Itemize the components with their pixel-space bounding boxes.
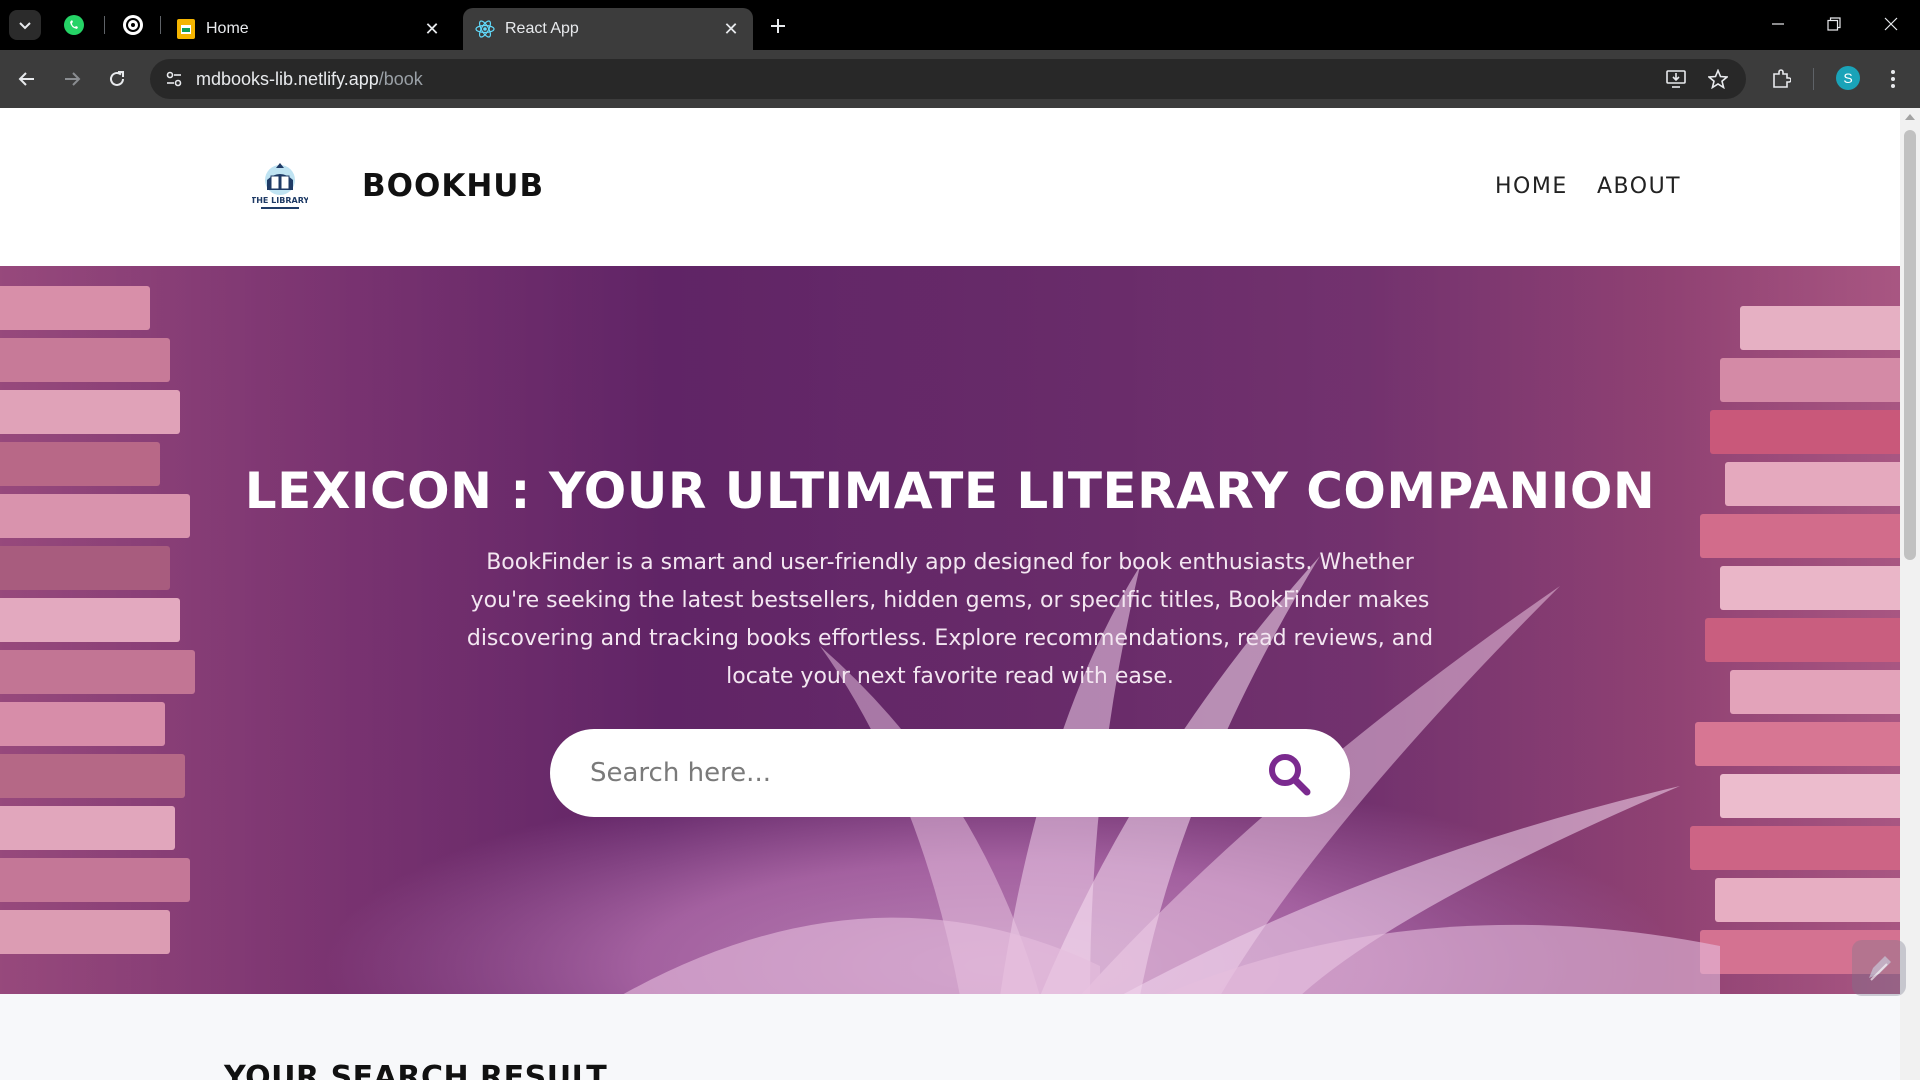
logo-text: THE LIBRARY [252,196,308,205]
site-info-icon[interactable] [160,65,188,93]
arrow-left-icon [18,72,34,86]
search-result-heading: YOUR SEARCH RESULT [224,1060,608,1080]
close-icon [1884,17,1898,31]
sheets-favicon-icon [176,19,196,39]
bookmark-star-icon[interactable] [1704,65,1732,93]
chatgpt-icon [123,15,143,35]
restore-button[interactable] [1814,8,1854,40]
nav-home-link[interactable]: HOME [1495,174,1568,199]
url-path: /book [378,69,423,89]
tab-separator [160,16,161,34]
puzzle-icon [1773,69,1791,88]
page-scrollbar[interactable] [1900,108,1920,1080]
pinned-tab-whatsapp[interactable] [60,11,88,39]
pinned-tab-chatgpt[interactable] [119,11,147,39]
minimize-button[interactable] [1758,8,1798,40]
search-icon [1269,754,1311,796]
extensions-button[interactable] [1764,62,1798,96]
hero-description: BookFinder is a smart and user-friendly … [466,550,1434,689]
floating-extension-button[interactable] [1852,940,1906,996]
tab-separator [104,16,105,34]
hero-banner: LEXICON : YOUR ULTIMATE LITERARY COMPANI… [0,266,1900,994]
pen-icon [1869,956,1891,981]
browser-menu-button[interactable] [1876,62,1910,96]
forward-button[interactable] [55,62,89,96]
book-stack-left-image [0,266,300,994]
page-viewport: THE LIBRARY BOOKHUB HOME ABOUT LEXICON:… [0,108,1900,1080]
library-logo[interactable]: THE LIBRARY [251,160,309,216]
scrollbar-thumb[interactable] [1904,130,1916,560]
site-header: THE LIBRARY BOOKHUB HOME ABOUT [0,108,1900,266]
search-bar [550,729,1350,817]
tab-home[interactable]: Home ✕ [164,8,454,50]
browser-toolbar: mdbooks-lib.netlify.app/book [0,50,1920,108]
browser-tab-strip: Home ✕ React App ✕ [0,0,1920,50]
nav-about-link[interactable]: ABOUT [1597,174,1681,199]
address-bar[interactable]: mdbooks-lib.netlify.app/book [150,59,1746,99]
close-tab-icon[interactable]: ✕ [721,19,741,39]
brand-name[interactable]: BOOKHUB [362,168,544,204]
hero-title: LEXICON : YOUR ULTIMATE LITERARY COMPANI… [244,462,1656,520]
plus-icon [771,19,785,33]
arrow-right-icon [65,72,81,86]
more-vertical-icon [1891,70,1895,88]
whatsapp-icon [64,15,84,35]
scroll-up-arrow-icon[interactable] [1905,114,1915,120]
profile-avatar[interactable]: S [1836,66,1860,90]
url-host: mdbooks-lib.netlify.app [196,69,379,89]
reload-icon [110,71,124,86]
minimize-icon [1772,23,1784,25]
tab-title: React App [505,20,579,37]
toolbar-separator [1813,68,1814,90]
reload-button[interactable] [100,62,134,96]
search-input[interactable] [590,751,1230,795]
new-tab-button[interactable] [764,12,792,40]
url-text: mdbooks-lib.netlify.app/book [196,69,423,90]
search-button[interactable] [1264,749,1314,799]
chevron-down-icon [19,22,31,30]
react-icon [475,19,495,39]
close-tab-icon[interactable]: ✕ [422,19,442,39]
close-window-button[interactable] [1871,8,1911,40]
restore-icon [1827,17,1841,31]
tab-search-button[interactable] [9,10,41,40]
install-app-icon[interactable] [1662,65,1690,93]
tab-title: Home [206,20,249,37]
tab-react-app[interactable]: React App ✕ [463,8,753,50]
back-button[interactable] [10,62,44,96]
